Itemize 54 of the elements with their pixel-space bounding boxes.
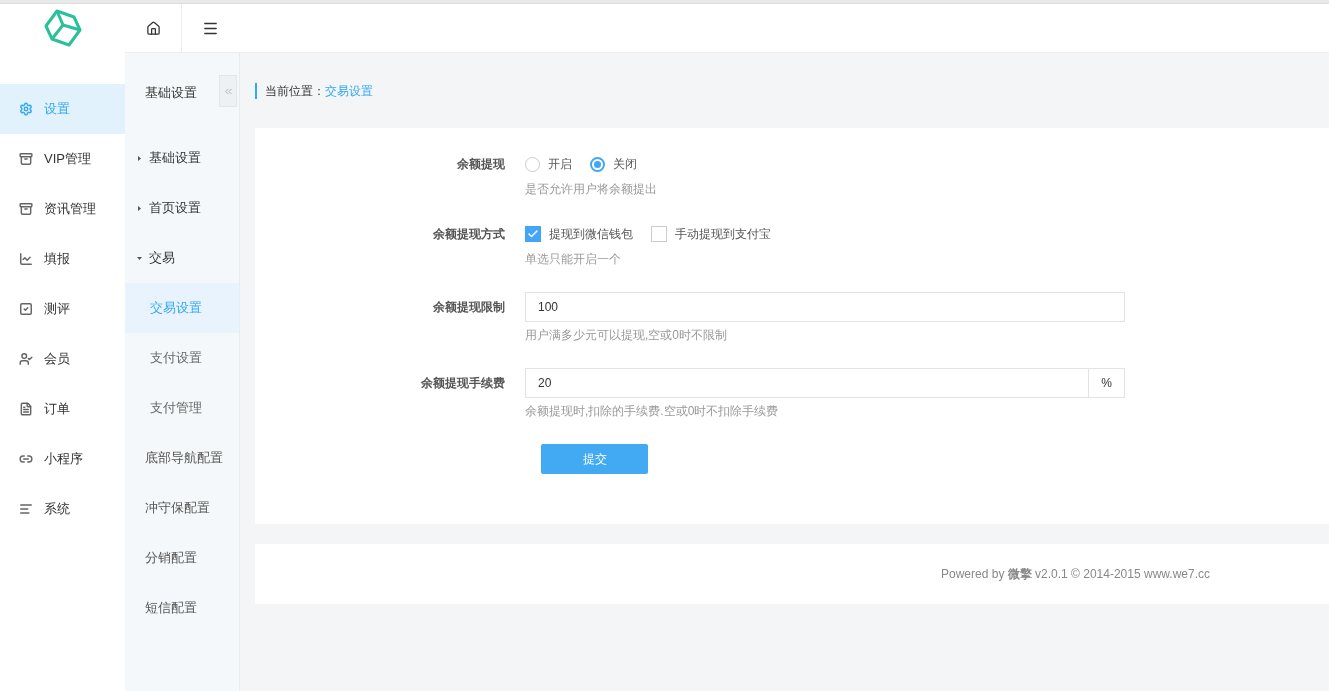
field-label: 余额提现 [457, 156, 505, 173]
submenu-item[interactable]: 分销配置 [125, 533, 239, 583]
submenu-group[interactable]: 首页设置 [125, 183, 239, 233]
checkbox-option[interactable]: 提现到微信钱包 [525, 225, 633, 243]
sidebar-item[interactable]: 填报 [0, 234, 125, 284]
note-icon [19, 402, 33, 416]
sidebar-item[interactable]: 小程序 [0, 434, 125, 484]
submenu-title: 基础设置 [144, 84, 197, 103]
settings-icon [19, 102, 33, 116]
submenu-item[interactable]: 底部导航配置 [125, 433, 239, 483]
submenu-item[interactable]: 冲守保配置 [125, 483, 239, 533]
help-text: 余额提现时,扣除的手续费.空或0时不扣除手续费 [525, 404, 780, 418]
check-icon [527, 228, 539, 240]
submenu-group[interactable]: 基础设置 [125, 133, 239, 183]
sidebar-item[interactable]: 订单 [0, 384, 125, 434]
sidebar-item[interactable]: VIP管理 [0, 134, 125, 184]
chart-icon [19, 252, 33, 266]
submenu-item[interactable]: 支付管理 [125, 383, 239, 433]
check-square-icon [19, 302, 33, 316]
sidebar-item[interactable]: 系统 [0, 484, 125, 534]
input-field[interactable]: 100 [525, 292, 1125, 322]
collapse-button[interactable] [219, 75, 237, 107]
help-text: 是否允许用户将余额提出 [525, 182, 658, 196]
user-check-icon [19, 352, 33, 366]
percent-addon: % [1089, 368, 1125, 398]
cube-logo [42, 8, 83, 48]
radio-button[interactable] [590, 156, 605, 172]
submenu-item[interactable]: 支付设置 [125, 333, 239, 383]
submenu-item[interactable]: 短信配置 [125, 583, 239, 633]
radio-option[interactable]: 关闭 [590, 155, 637, 173]
footer-text: Powered by 微擎 v2.0.1 © 2014-2015 www.we7.cc [941, 566, 1210, 583]
home-icon [145, 20, 161, 36]
sidebar-item[interactable]: 会员 [0, 334, 125, 384]
link-icon [19, 452, 33, 466]
breadcrumb: 当前位置：交易设置 [255, 82, 373, 99]
submenu-group[interactable]: 交易 [125, 233, 239, 283]
checkbox-option[interactable]: 手动提现到支付宝 [651, 225, 771, 243]
field-label: 余额提现方式 [433, 226, 505, 243]
checkbox[interactable] [651, 226, 667, 242]
caret-right-icon [137, 155, 142, 161]
sidebar-item[interactable]: 资讯管理 [0, 184, 125, 234]
sidebar-item[interactable]: 测评 [0, 284, 125, 334]
radio-option[interactable]: 开启 [525, 155, 572, 173]
caret-down-icon [137, 255, 142, 261]
box-icon [19, 202, 33, 216]
box-icon [19, 152, 33, 166]
help-text: 用户满多少元可以提现,空或0时不限制 [525, 328, 728, 342]
field-label: 余额提现手续费 [421, 375, 505, 392]
checkbox[interactable] [525, 226, 541, 242]
help-text: 单选只能开启一个 [525, 252, 622, 266]
caret-right-icon [137, 205, 142, 211]
list-icon [19, 502, 33, 516]
field-label: 余额提现限制 [433, 299, 505, 316]
input-field[interactable]: 20 [525, 368, 1089, 398]
